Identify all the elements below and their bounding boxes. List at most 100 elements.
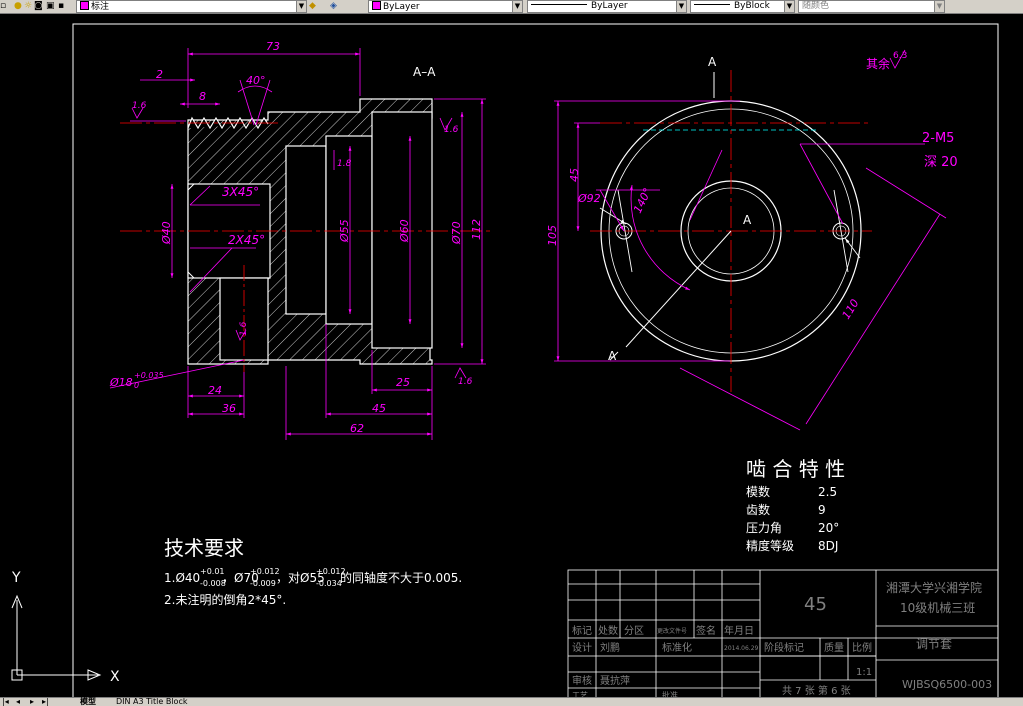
depth-callout: 深 20 [924, 155, 958, 170]
roughness-other-value: 6.3 [893, 51, 907, 61]
roughness-right: 1.6 [444, 125, 459, 135]
drawing-code: WJBSQ6500-003 [902, 678, 992, 691]
dim-phi55: Ø55 [338, 219, 351, 243]
m5-callout: 2-M5 [922, 131, 954, 146]
tech-line1-a: 1.Ø40 [164, 571, 200, 585]
dim-phi18: Ø18 [109, 376, 133, 389]
dim-105: 105 [546, 225, 559, 246]
color-value: ByLayer [383, 2, 420, 12]
header-sign: 签名 [696, 624, 716, 637]
row-stage: 阶段标记 [764, 641, 804, 654]
dim-45: 45 [372, 402, 386, 415]
tech-tol3-bot: -0.034 [316, 579, 342, 588]
row-standard: 标准化 [662, 641, 692, 654]
layer-previous-icon[interactable]: ◈ [330, 0, 346, 12]
layer-state-icon[interactable]: ▫ [0, 0, 12, 12]
chevron-down-icon[interactable]: ▼ [296, 1, 306, 12]
roughness-top: 1.6 [132, 101, 147, 111]
tech-tol2-bot: -0.009 [250, 579, 276, 588]
row-review: 审核 [572, 674, 592, 687]
tech-title: 技术要求 [164, 536, 244, 560]
plotstyle-dropdown[interactable]: 随颜色 ▼ [798, 0, 945, 13]
dim-phi18-tol-bot: 0 [134, 381, 139, 390]
scale-value: 1:1 [856, 667, 872, 678]
school-name: 湘潭大学兴湘学院 [886, 580, 982, 595]
section-mark-top: A [708, 55, 717, 69]
lock-icon[interactable]: ◙ [34, 0, 44, 12]
gear-label: 压力角 [746, 521, 782, 535]
header-docno: 更改文件号 [657, 627, 687, 635]
row-weight: 质量 [824, 642, 844, 654]
dim-110: 110 [840, 297, 862, 322]
front-view[interactable]: A A A 105 45 Ø92 140° 110 2-M5 深 20 其余 6… [546, 49, 958, 431]
row-designer: 刘鹏 [600, 641, 620, 654]
dim-40deg: 40° [246, 74, 266, 87]
dim-phi70: Ø70 [450, 221, 463, 245]
layer-color-icon[interactable]: ▪ [58, 0, 68, 12]
gear-label: 精度等级 [746, 538, 794, 553]
gear-value: 9 [818, 503, 826, 517]
part-name: 调节套 [916, 637, 952, 651]
header-zone: 分区 [624, 625, 644, 637]
dim-phi60: Ø60 [398, 219, 411, 243]
lightbulb-icon[interactable]: ● [14, 0, 22, 12]
dim-phi18-tol-top: +0.035 [134, 371, 164, 380]
gear-label: 齿数 [746, 502, 770, 517]
header-mark: 标记 [572, 625, 592, 637]
model-space-canvas[interactable]: A–A 73 2 8 40° 1.6 1.6 1.8 1.6 1.6 3X45°… [0, 14, 1023, 697]
dim-45-front: 45 [568, 168, 581, 182]
lineweight-sample [694, 4, 730, 5]
linetype-value: ByLayer [591, 1, 628, 11]
row-scale: 比例 [852, 641, 872, 654]
header-date: 年月日 [724, 624, 754, 637]
gear-title: 啮 合 特 性 [746, 457, 845, 481]
material: 45 [804, 594, 827, 615]
linetype-dropdown[interactable]: ByLayer ▼ [527, 0, 687, 13]
print-icon[interactable]: ▣ [46, 0, 56, 12]
properties-toolbar: ▫ ● ☼ ◙ ▣ ▪ 标注 ▼ ◆ ◈ ByLayer ▼ ByLayer ▼… [0, 0, 1023, 14]
gear-value: 2.5 [818, 485, 837, 499]
ucs-y-label: Y [11, 570, 21, 586]
row-standard-date: 2014.06.29 [724, 645, 759, 652]
sun-icon[interactable]: ☼ [24, 0, 32, 12]
roughness-bottom: 1.6 [458, 377, 473, 387]
lineweight-value: ByBlock [734, 1, 770, 11]
make-current-layer-icon[interactable]: ◆ [309, 0, 325, 12]
tech-line2: 2.未注明的倒角2*45°. [164, 592, 286, 607]
chamfer-3x45: 3X45° [222, 185, 259, 199]
dim-73: 73 [266, 40, 280, 53]
linetype-sample [531, 4, 587, 5]
ucs-x-label: X [110, 669, 120, 685]
layer-dropdown[interactable]: 标注 ▼ [76, 0, 307, 13]
section-view[interactable]: A–A 73 2 8 40° 1.6 1.6 1.8 1.6 1.6 3X45°… [109, 40, 490, 440]
row-design: 设计 [572, 641, 592, 654]
plotstyle-value: 随颜色 [802, 1, 830, 11]
color-swatch [372, 1, 381, 10]
roughness-bore: 1.8 [337, 159, 352, 169]
chevron-down-icon[interactable]: ▼ [512, 1, 522, 12]
row-approve: 批准 [662, 690, 678, 697]
chevron-down-icon[interactable]: ▼ [784, 1, 794, 12]
dim-24: 24 [208, 384, 222, 397]
technical-requirements: 技术要求 1.Ø40 +0.01 -0.008 ，Ø70 +0.012 -0.0… [164, 536, 462, 607]
gear-value: 8DJ [818, 539, 838, 553]
section-title: A–A [413, 65, 436, 79]
bore-55 [285, 145, 327, 315]
chevron-down-icon[interactable]: ▼ [676, 1, 686, 12]
header-count: 处数 [598, 624, 618, 637]
color-dropdown[interactable]: ByLayer ▼ [368, 0, 523, 13]
lineweight-dropdown[interactable]: ByBlock ▼ [690, 0, 795, 13]
dim-8: 8 [199, 90, 206, 103]
class-name: 10级机械三班 [900, 600, 975, 615]
gear-value: 20° [818, 521, 839, 535]
dim-25: 25 [396, 376, 410, 389]
sheet-count: 共 7 张 第 6 张 [782, 684, 851, 697]
ucs-icon [11, 594, 102, 681]
dim-2: 2 [156, 68, 163, 81]
dim-62: 62 [350, 422, 364, 435]
roughness-other-label: 其余 [866, 56, 890, 71]
gear-characteristics: 啮 合 特 性 模数 2.5 齿数 9 压力角 20° 精度等级 8DJ [746, 457, 845, 553]
tech-tol1-top: +0.01 [200, 567, 225, 576]
chevron-down-icon[interactable]: ▼ [934, 1, 944, 12]
dim-36: 36 [222, 402, 236, 415]
